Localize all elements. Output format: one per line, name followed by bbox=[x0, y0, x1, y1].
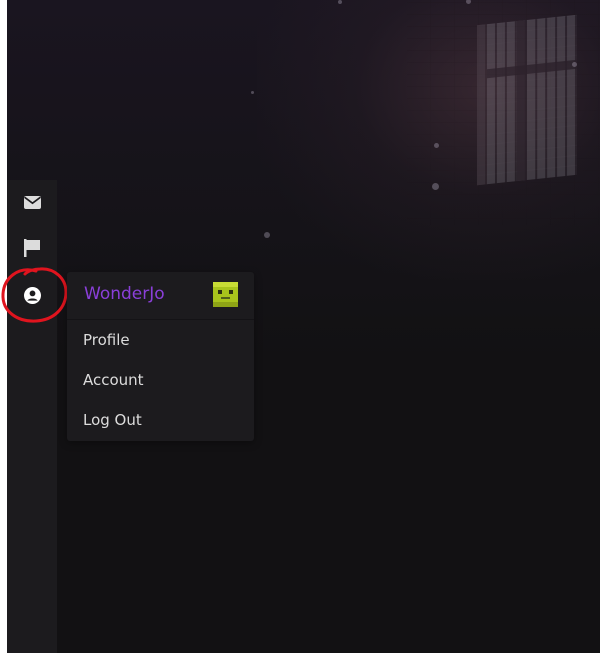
user-menu-button[interactable] bbox=[7, 273, 57, 317]
flag-icon bbox=[24, 239, 40, 257]
user-dropdown-menu: WonderJo Profile Account Log Out bbox=[67, 272, 254, 441]
profile-menu-item[interactable]: Profile bbox=[83, 331, 130, 349]
sparkle bbox=[434, 143, 439, 148]
sparkle bbox=[338, 0, 342, 4]
sparkle bbox=[251, 91, 254, 94]
envelope-icon bbox=[23, 195, 41, 209]
sparkle bbox=[432, 183, 439, 190]
background-window bbox=[477, 14, 577, 186]
messages-button[interactable] bbox=[7, 180, 57, 224]
user-circle-icon bbox=[23, 286, 41, 304]
sparkle bbox=[264, 232, 270, 238]
sparkle bbox=[572, 62, 577, 67]
logout-menu-item[interactable]: Log Out bbox=[83, 411, 142, 429]
username[interactable]: WonderJo bbox=[84, 284, 165, 304]
user-menu-header: WonderJo bbox=[67, 272, 254, 320]
avatar[interactable] bbox=[213, 282, 238, 307]
sidebar bbox=[7, 180, 57, 653]
reports-button[interactable] bbox=[7, 226, 57, 270]
account-menu-item[interactable]: Account bbox=[83, 371, 144, 389]
